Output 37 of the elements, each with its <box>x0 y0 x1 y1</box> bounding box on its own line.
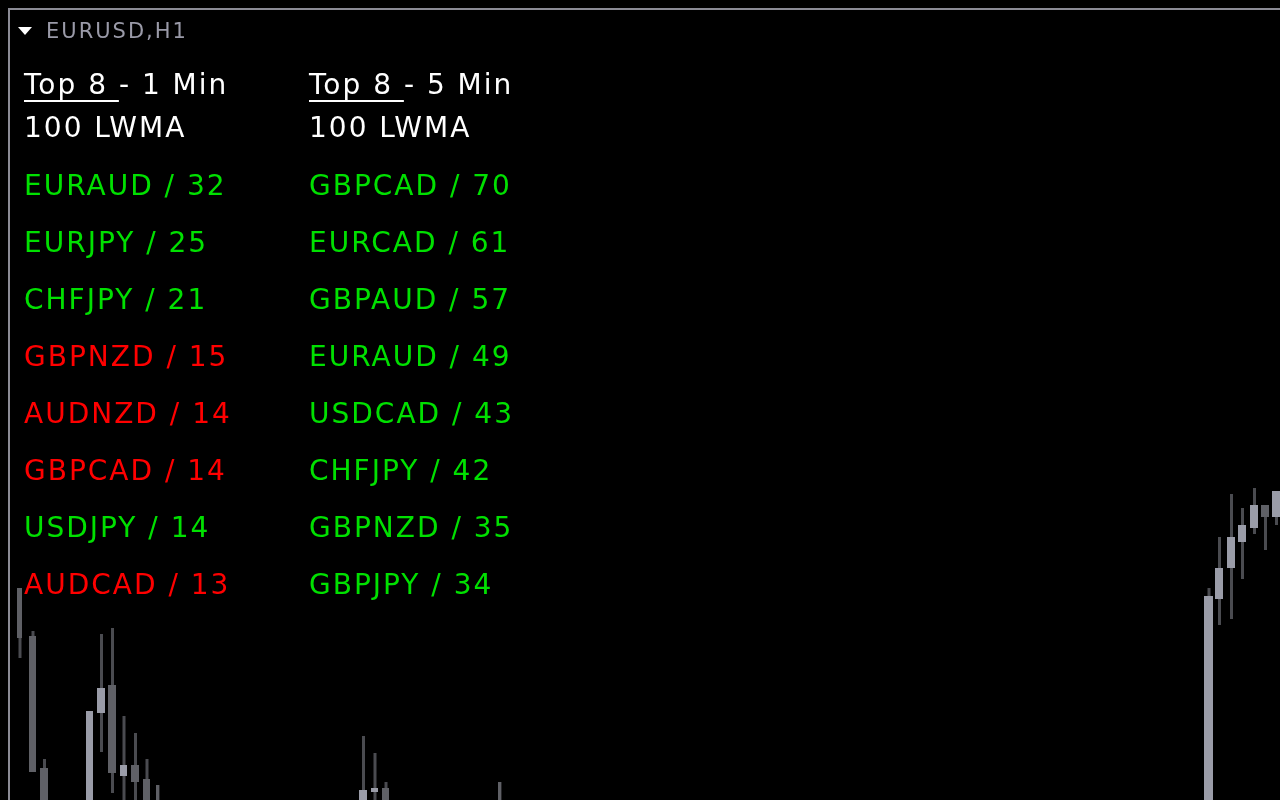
panel-heading-suffix: - 5 Min <box>403 71 514 99</box>
candlestick <box>1238 508 1246 579</box>
pair-strength-label: AUDNZD / 14 <box>24 400 232 428</box>
moving-average-label: 100 LWMA <box>309 114 472 142</box>
candlestick <box>371 753 378 800</box>
candlestick <box>131 733 139 800</box>
candlestick <box>40 759 48 800</box>
moving-average-label: 100 LWMA <box>24 114 187 142</box>
panel-heading: Top 8 <box>309 71 394 99</box>
pair-strength-label: EURAUD / 32 <box>24 172 227 200</box>
candlestick <box>1250 488 1258 534</box>
chart-title: EURUSD,H1 <box>46 20 188 42</box>
candlestick <box>156 785 160 800</box>
candlestick <box>1272 491 1280 525</box>
dropdown-triangle-icon[interactable] <box>18 27 32 35</box>
candlestick <box>1261 505 1269 550</box>
pair-strength-label: GBPJPY / 34 <box>309 571 494 599</box>
pair-strength-label: AUDCAD / 13 <box>24 571 231 599</box>
pair-strength-label: GBPNZD / 35 <box>309 514 514 542</box>
candlestick <box>498 782 502 800</box>
pair-strength-label: EURJPY / 25 <box>24 229 209 257</box>
candlestick <box>382 782 389 800</box>
candlestick <box>17 588 22 658</box>
pair-strength-label: CHFJPY / 42 <box>309 457 493 485</box>
pair-strength-label: CHFJPY / 21 <box>24 286 208 314</box>
pair-strength-label: GBPCAD / 70 <box>309 172 512 200</box>
candlestick <box>143 759 150 800</box>
panel-heading-suffix: - 1 Min <box>118 71 229 99</box>
panel-heading: Top 8 <box>24 71 109 99</box>
pair-strength-label: EURAUD / 49 <box>309 343 512 371</box>
pair-strength-label: GBPNZD / 15 <box>24 343 229 371</box>
pair-strength-label: GBPCAD / 14 <box>24 457 227 485</box>
pair-strength-label: EURCAD / 61 <box>309 229 511 257</box>
pair-strength-label: USDCAD / 43 <box>309 400 514 428</box>
candlestick <box>359 736 367 800</box>
pair-strength-label: GBPAUD / 57 <box>309 286 512 314</box>
pair-strength-label: USDJPY / 14 <box>24 514 211 542</box>
